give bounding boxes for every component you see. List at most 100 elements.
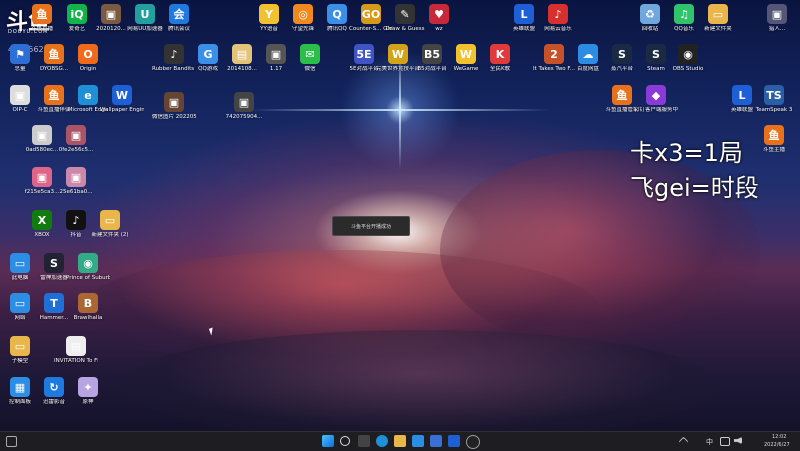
app-icon: ♻ (640, 4, 660, 24)
desktop-icon-label: TeamSpeak 3 (755, 107, 793, 113)
app-icon: L (732, 85, 752, 105)
app-icon: ▤ (232, 44, 252, 64)
desktop-icon-label: Prince of Suburbia... (66, 275, 110, 281)
app-icon: ▦ (10, 377, 30, 397)
desktop-icon[interactable]: ◆ 钉钉客户端服务中心 (634, 85, 678, 114)
app-icon: ▭ (10, 253, 30, 273)
app-icon: 鱼 (44, 85, 64, 105)
desktop-icon-label: INVITATION To FEAR (54, 358, 98, 364)
desktop-icon-label: 猎人... (768, 26, 786, 32)
app-icon: ◉ (78, 253, 98, 273)
app-icon: 5E (354, 44, 374, 64)
desktop-icon-label: 子模型 (11, 358, 29, 364)
desktop-icon[interactable]: O Origin (66, 44, 110, 73)
desktop-icon[interactable]: ◉ Prince of Suburbia... (66, 253, 110, 282)
obs-taskbar-icon[interactable] (466, 435, 480, 449)
desktop-icon-label: Origin (79, 66, 97, 72)
tray-date[interactable]: 2022/6/27 (764, 442, 790, 448)
desktop-icon[interactable]: B Brawlhalla (66, 293, 110, 322)
app-icon: ▣ (266, 44, 286, 64)
tray-network-icon[interactable] (720, 437, 730, 446)
app-icon: B5 (422, 44, 442, 64)
desktop-icon[interactable]: ▣ 25e61ba0... (54, 167, 98, 196)
desktop-icon-label: 原神 (82, 399, 94, 405)
app-icon: W (456, 44, 476, 64)
app-icon: O (78, 44, 98, 64)
edge-icon[interactable] (376, 435, 388, 447)
app-icon: 会 (169, 4, 189, 24)
desktop-icon[interactable]: ◉ OBS Studio (666, 44, 710, 73)
desktop-icon-label: 网易云音乐 (544, 26, 572, 32)
mail-icon[interactable] (430, 435, 442, 447)
app-icon: 鱼 (764, 125, 784, 145)
app-icon: Q (327, 4, 347, 24)
desktop-icon[interactable]: ♥ wz (417, 4, 461, 33)
tray-volume-icon[interactable] (734, 437, 742, 444)
desktop-icon-label: 腾讯会议 (167, 26, 190, 32)
desktop-icon[interactable]: ✦ 原神 (66, 377, 110, 406)
desktop-icon[interactable]: ▣ 微信图片 2022050... (152, 92, 196, 121)
app-icon: ▣ (32, 125, 52, 145)
desktop-icon-label: 微信图片 2022050... (152, 114, 196, 120)
app-icon: ♪ (66, 210, 86, 230)
app-icon: 2 (544, 44, 564, 64)
app-icon: ☁ (578, 44, 598, 64)
desktop-icon[interactable]: ▤ INVITATION To FEAR (54, 336, 98, 365)
desktop-icon[interactable]: ▣ 742075904... (222, 92, 266, 121)
desktop-icon-label: OBS Studio (672, 66, 704, 72)
tray-time[interactable]: 12:02 (772, 434, 786, 440)
store-icon[interactable] (412, 435, 424, 447)
tray-ime[interactable]: 中 (706, 437, 713, 447)
app-icon: ◉ (678, 44, 698, 64)
app-icon: ↻ (44, 377, 64, 397)
wallpaper-cloud (120, 330, 720, 440)
app-icon: ▭ (10, 293, 30, 313)
app-icon: W (112, 85, 132, 105)
desktop-icon-label: 微信 (304, 66, 316, 72)
desktop-icon-label: Wallpaper Engine: ... (100, 107, 144, 113)
desktop-icon[interactable]: ▭ 新建文件夹 (696, 4, 740, 33)
app-icon: ✎ (395, 4, 415, 24)
desktop-icon-label: 新建文件夹 (704, 26, 732, 32)
tray-chevron-icon[interactable] (678, 436, 689, 447)
desktop-icon-label: 742075904... (225, 114, 263, 120)
desktop-icon[interactable]: TS TeamSpeak 3 (752, 85, 796, 114)
file-explorer-icon[interactable] (394, 435, 406, 447)
app-icon: ✦ (78, 377, 98, 397)
desktop-icon[interactable]: ✉ 微信 (288, 44, 332, 73)
app-icon: ▭ (10, 336, 30, 356)
desktop-icon[interactable]: ▣ 猎人... (755, 4, 799, 33)
desktop-icon-label: 25e61ba0... (59, 189, 93, 195)
desktop-icon[interactable]: W Wallpaper Engine: ... (100, 85, 144, 114)
search-icon[interactable] (340, 436, 350, 446)
desktop-icon[interactable]: ▭ 新建文件夹 (2) (88, 210, 132, 239)
app-icon: 鱼 (32, 4, 52, 24)
app-icon: U (135, 4, 155, 24)
app-icon: GO (361, 4, 381, 24)
overlay-line-1: 卡x3=1局 (630, 139, 743, 167)
task-view-icon[interactable] (6, 436, 17, 447)
outlook-icon[interactable] (448, 435, 460, 447)
app-icon: Y (259, 4, 279, 24)
desktop-icon-label: 斗鱼主播 (762, 147, 785, 153)
desktop-icon[interactable]: ▣ 0fe2e56c5... (54, 125, 98, 154)
app-icon: B (78, 293, 98, 313)
app-icon: ⚑ (10, 44, 30, 64)
app-icon: ♪ (548, 4, 568, 24)
app-icon: ▣ (10, 85, 30, 105)
taskbar-widgets-icon[interactable] (358, 435, 370, 447)
app-icon: TS (764, 85, 784, 105)
overlay-line-2: 飞gei=时段 (630, 174, 759, 202)
desktop-icon[interactable]: ♪ 网易云音乐 (536, 4, 580, 33)
desktop-icon[interactable]: 会腾讯会议 (157, 4, 201, 33)
app-icon: S (612, 44, 632, 64)
desktop-icon[interactable]: K 全民K歌 (478, 44, 522, 73)
app-icon: ▣ (164, 92, 184, 112)
desktop-icon-label: wz (435, 26, 443, 32)
app-icon: S (44, 253, 64, 273)
start-button[interactable] (322, 435, 334, 447)
desktop-icon[interactable]: 鱼斗鱼主播 (752, 125, 796, 154)
desktop-icon[interactable]: ▭ 子模型 (0, 336, 42, 365)
app-icon: X (32, 210, 52, 230)
app-icon: G (198, 44, 218, 64)
